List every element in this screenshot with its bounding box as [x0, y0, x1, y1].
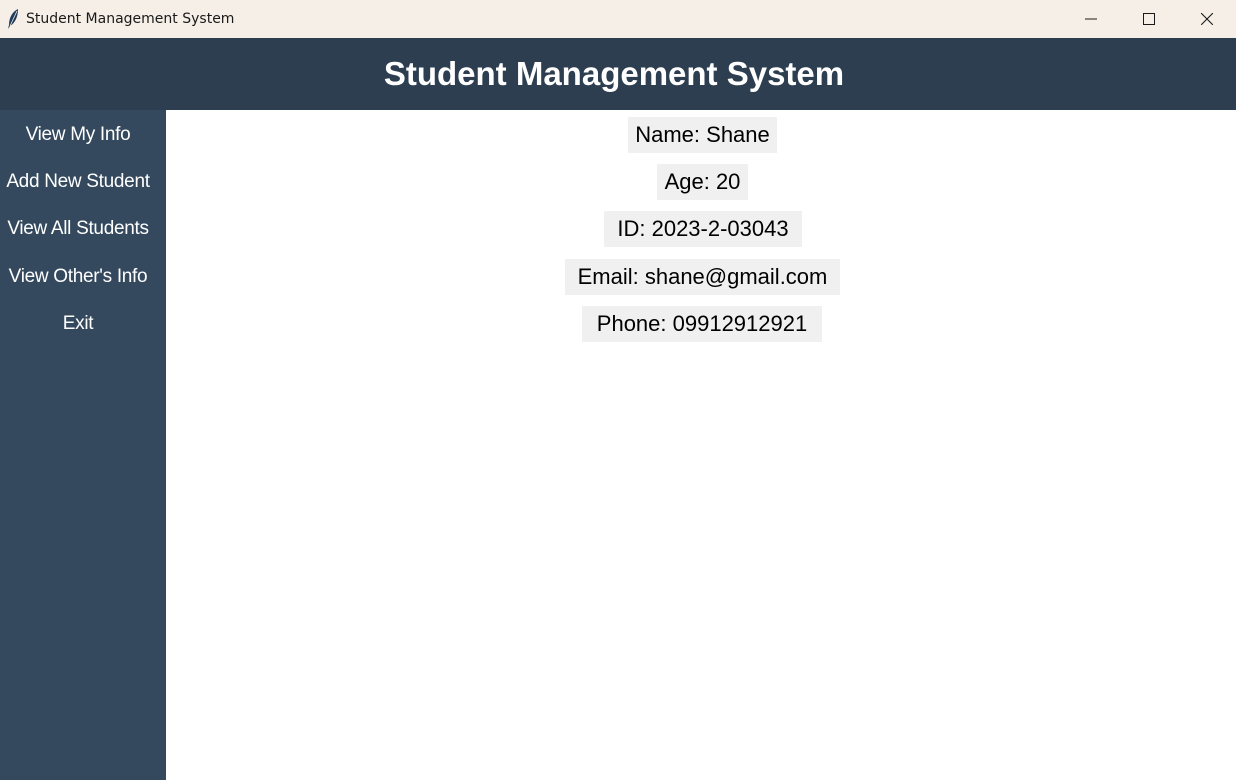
maximize-icon: [1143, 13, 1155, 25]
sidebar-item-add-new-student[interactable]: Add New Student: [0, 164, 156, 200]
student-email-label: Email: shane@gmail.com: [565, 259, 840, 295]
sidebar-item-view-others-info[interactable]: View Other's Info: [0, 259, 156, 295]
close-button[interactable]: [1178, 0, 1236, 38]
window-titlebar: Student Management System: [0, 0, 1236, 38]
sidebar-item-exit[interactable]: Exit: [0, 306, 156, 342]
app-header: Student Management System: [0, 38, 1236, 110]
sidebar: View My Info Add New Student View All St…: [0, 110, 166, 780]
window-controls: [1062, 0, 1236, 38]
student-id-label: ID: 2023-2-03043: [604, 211, 802, 247]
student-name-label: Name: Shane: [628, 117, 777, 153]
main-content: Name: Shane Age: 20 ID: 2023-2-03043 Ema…: [166, 110, 1236, 780]
feather-icon: [0, 0, 26, 38]
minimize-icon: [1085, 18, 1097, 20]
close-icon: [1201, 13, 1213, 25]
minimize-button[interactable]: [1062, 0, 1120, 38]
sidebar-item-view-all-students[interactable]: View All Students: [0, 211, 156, 247]
maximize-button[interactable]: [1120, 0, 1178, 38]
sidebar-item-view-my-info[interactable]: View My Info: [0, 117, 156, 153]
window-title: Student Management System: [26, 11, 235, 27]
student-phone-label: Phone: 09912912921: [582, 306, 822, 342]
student-age-label: Age: 20: [657, 164, 748, 200]
page-title: Student Management System: [383, 55, 845, 92]
